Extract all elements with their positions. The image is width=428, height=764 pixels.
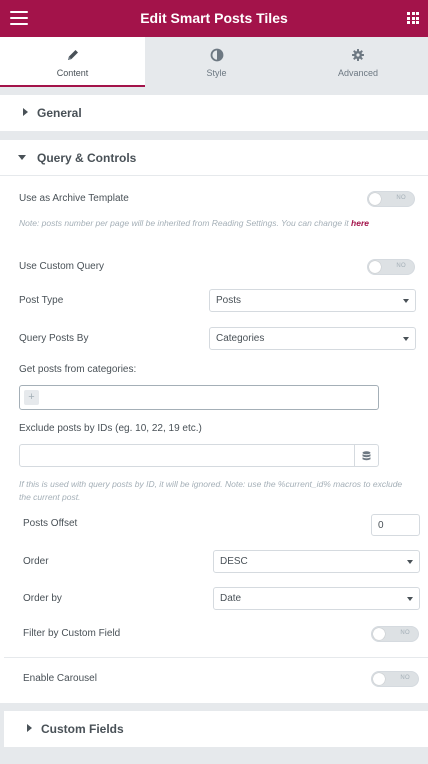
divider	[4, 657, 428, 658]
switch-knob	[369, 193, 381, 205]
reading-settings-link[interactable]: here	[351, 218, 369, 228]
query-by-select[interactable]: Categories	[209, 327, 416, 350]
caret-right-icon	[23, 108, 28, 116]
enable-carousel-label: Enable Carousel	[23, 673, 97, 684]
section-query-title[interactable]: Query & Controls	[37, 151, 136, 165]
pencil-icon	[67, 50, 78, 60]
switch-text: NO	[396, 195, 406, 201]
categories-select[interactable]: +	[19, 385, 379, 410]
filter-custom-field-label: Filter by Custom Field	[23, 628, 121, 639]
half-circle-icon	[210, 48, 223, 62]
caret-down-icon	[18, 155, 26, 160]
chevron-down-icon	[407, 597, 413, 601]
grid-icon[interactable]	[407, 12, 419, 24]
archive-template-label: Use as Archive Template	[19, 193, 129, 204]
tab-content-label: Content	[56, 68, 89, 78]
order-select[interactable]: DESC	[213, 550, 420, 573]
tab-content[interactable]: Content	[0, 37, 145, 87]
caret-right-icon	[27, 724, 32, 732]
gear-icon	[352, 49, 364, 61]
order-by-select[interactable]: Date	[213, 587, 420, 610]
post-type-label: Post Type	[19, 295, 64, 306]
switch-knob	[373, 673, 385, 685]
tab-advanced[interactable]: Advanced	[288, 37, 428, 87]
panel-title: Edit Smart Posts Tiles	[140, 10, 288, 26]
chevron-down-icon	[403, 337, 409, 341]
plus-icon: +	[24, 390, 39, 405]
exclude-note: If this is used with query posts by ID, …	[19, 479, 403, 502]
offset-input[interactable]: 0	[371, 514, 420, 536]
order-by-value: Date	[220, 593, 242, 604]
archive-note-text: Note: posts number per page will be inhe…	[19, 218, 349, 228]
database-icon	[362, 451, 371, 461]
exclude-ids-input[interactable]	[19, 444, 379, 467]
switch-text: NO	[400, 675, 410, 681]
filter-custom-field-switch[interactable]: NO	[371, 626, 419, 642]
section-general-title: General	[37, 106, 82, 120]
chevron-down-icon	[403, 299, 409, 303]
panel-tabs: Content Style Advanced	[0, 37, 428, 87]
order-by-label: Order by	[23, 593, 62, 604]
query-by-label: Query Posts By	[19, 333, 89, 344]
post-type-value: Posts	[216, 295, 242, 306]
switch-knob	[369, 261, 381, 273]
tab-style-label: Style	[206, 68, 227, 78]
database-button[interactable]	[354, 445, 378, 466]
tab-style[interactable]: Style	[145, 37, 288, 87]
archive-template-switch[interactable]: NO	[367, 191, 415, 207]
query-by-value: Categories	[216, 333, 265, 344]
custom-query-label: Use Custom Query	[19, 261, 105, 272]
exclude-ids-label: Exclude posts by IDs (eg. 10, 22, 19 etc…	[19, 423, 202, 434]
offset-label: Posts Offset	[23, 518, 78, 529]
editor-header: Edit Smart Posts Tiles	[0, 0, 428, 37]
section-general[interactable]: General	[0, 95, 428, 131]
chevron-down-icon	[407, 560, 413, 564]
tab-advanced-label: Advanced	[337, 68, 379, 78]
switch-text: NO	[400, 630, 410, 636]
custom-query-switch[interactable]: NO	[367, 259, 415, 275]
switch-text: NO	[396, 263, 406, 269]
categories-label: Get posts from categories:	[19, 364, 137, 375]
post-type-select[interactable]: Posts	[209, 289, 416, 312]
divider	[0, 175, 428, 176]
order-value: DESC	[220, 556, 248, 567]
section-custom-fields[interactable]: Custom Fields	[4, 711, 428, 747]
enable-carousel-switch[interactable]: NO	[371, 671, 419, 687]
archive-note: Note: posts number per page will be inhe…	[19, 217, 409, 230]
switch-knob	[373, 628, 385, 640]
order-label: Order	[23, 556, 49, 567]
section-custom-fields-title: Custom Fields	[41, 722, 124, 736]
